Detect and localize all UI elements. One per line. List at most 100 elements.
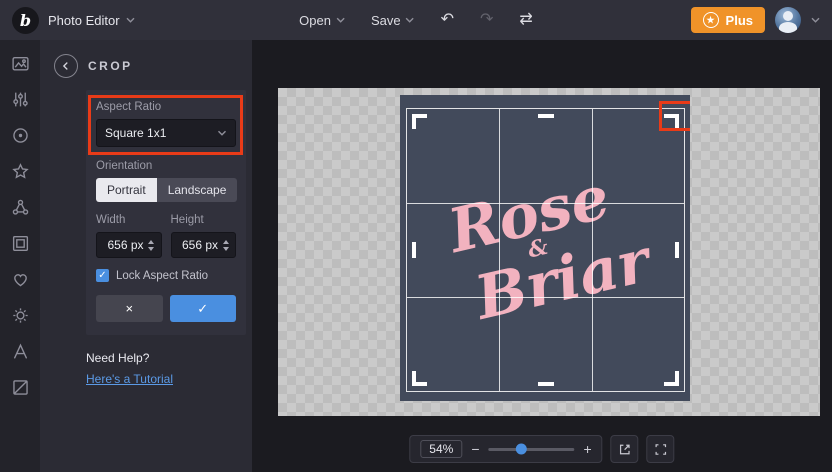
topbar: b Photo Editor Open Save ↶ ↷ ⇄	[0, 0, 832, 40]
height-input-box	[171, 232, 237, 258]
apply-crop-button[interactable]: ✓	[170, 295, 237, 322]
width-input[interactable]	[97, 238, 147, 252]
fullscreen-button[interactable]	[611, 435, 639, 463]
adjust-sliders-icon[interactable]	[11, 90, 30, 109]
crop-settings-card: Aspect Ratio Square 1x1 Orientation Port…	[86, 90, 246, 335]
crop-handle-bottom-right[interactable]	[664, 371, 679, 386]
aspect-ratio-label: Aspect Ratio	[96, 101, 236, 113]
star-icon: ★	[703, 12, 719, 28]
orientation-portrait-button[interactable]: Portrait	[96, 178, 157, 202]
crop-handle-bottom-left[interactable]	[412, 371, 427, 386]
plus-upgrade-button[interactable]: ★ Plus	[691, 7, 765, 33]
crop-gridline	[592, 109, 593, 391]
graphics-nodes-icon[interactable]	[11, 198, 30, 217]
chevron-down-icon	[217, 130, 227, 136]
fit-screen-icon	[653, 442, 668, 457]
plus-label: Plus	[726, 13, 753, 28]
dimensions-row: Width Height	[96, 214, 236, 258]
width-stepper[interactable]	[147, 240, 161, 251]
app-menu[interactable]: Photo Editor	[48, 13, 135, 28]
logo-letter: b	[20, 11, 31, 30]
zoom-level-input[interactable]: 54%	[420, 440, 462, 458]
effects-star-icon[interactable]	[11, 162, 30, 181]
crop-handle-bottom[interactable]	[538, 382, 554, 386]
crop-panel: CROP Aspect Ratio Square 1x1 Orientation	[40, 40, 252, 472]
redo-icon[interactable]: ↷	[480, 12, 493, 28]
tool-rail	[0, 40, 40, 472]
width-input-box	[96, 232, 162, 258]
zoom-in-button[interactable]: +	[584, 442, 592, 456]
app-menu-label: Photo Editor	[48, 13, 120, 28]
zoom-out-button[interactable]: −	[471, 442, 479, 456]
crop-actions: × ✓	[96, 295, 236, 322]
crop-handle-top[interactable]	[538, 114, 554, 118]
save-label: Save	[371, 13, 401, 28]
lock-aspect-ratio-row[interactable]: ✓ Lock Aspect Ratio	[96, 269, 236, 282]
open-in-full-icon	[617, 442, 632, 457]
stepper-down-icon[interactable]	[148, 247, 154, 251]
stepper-down-icon[interactable]	[223, 247, 229, 251]
lock-aspect-ratio-checkbox[interactable]: ✓	[96, 269, 109, 282]
text-tool-icon[interactable]	[11, 342, 30, 361]
avatar[interactable]	[775, 7, 801, 33]
topbar-center: Open Save ↶ ↷ ⇄	[299, 0, 533, 40]
panel-title: CROP	[88, 59, 133, 73]
crop-handle-right[interactable]	[675, 242, 679, 258]
undo-icon[interactable]: ↶	[441, 12, 454, 28]
edit-photo-icon[interactable]	[11, 54, 30, 73]
open-menu[interactable]: Open	[299, 13, 345, 28]
favorites-heart-icon[interactable]	[11, 270, 30, 289]
zoom-controls: 54% − +	[409, 435, 602, 463]
chevron-down-icon	[126, 17, 135, 23]
aspect-ratio-value: Square 1x1	[105, 126, 166, 140]
width-label: Width	[96, 214, 162, 226]
befunky-logo: b	[12, 7, 39, 34]
transparency-checkerboard: Rose & Briar	[278, 88, 820, 416]
height-label: Height	[171, 214, 237, 226]
check-icon: ✓	[98, 270, 106, 281]
aspect-ratio-dropdown[interactable]: Square 1x1	[96, 119, 236, 147]
crop-box[interactable]	[406, 108, 685, 392]
close-icon: ×	[125, 301, 133, 316]
chevron-down-icon	[406, 17, 415, 23]
crop-gridline	[407, 297, 684, 298]
panel-header: CROP	[40, 54, 252, 78]
orientation-label: Orientation	[96, 160, 236, 172]
topbar-right: ★ Plus	[691, 7, 820, 33]
cancel-crop-button[interactable]: ×	[96, 295, 163, 322]
stepper-up-icon[interactable]	[148, 240, 154, 244]
overlays-icon[interactable]	[11, 378, 30, 397]
orientation-segmented-control: Portrait Landscape	[96, 178, 237, 202]
width-field-group: Width	[96, 214, 162, 258]
canvas-area: Rose & Briar	[252, 40, 832, 472]
lock-aspect-ratio-label: Lock Aspect Ratio	[116, 270, 208, 282]
crop-handle-top-left[interactable]	[412, 114, 427, 129]
zoom-slider[interactable]	[489, 448, 575, 451]
tutorial-link[interactable]: Here's a Tutorial	[86, 372, 173, 386]
textures-gear-icon[interactable]	[11, 306, 30, 325]
help-section: Need Help? Here's a Tutorial	[86, 351, 246, 388]
checkmark-icon: ✓	[197, 301, 208, 317]
back-button[interactable]	[54, 54, 78, 78]
help-heading: Need Help?	[86, 351, 246, 365]
orientation-landscape-button[interactable]: Landscape	[157, 178, 238, 202]
touchup-icon[interactable]	[11, 126, 30, 145]
height-stepper[interactable]	[221, 240, 235, 251]
aspect-ratio-section: Aspect Ratio Square 1x1	[96, 101, 236, 147]
crop-handle-left[interactable]	[412, 242, 416, 258]
photo-layer: Rose & Briar	[400, 95, 690, 401]
crop-gridline	[499, 109, 500, 391]
stepper-up-icon[interactable]	[223, 240, 229, 244]
crop-handle-top-right[interactable]	[664, 114, 679, 129]
height-input[interactable]	[172, 238, 222, 252]
fit-to-screen-button[interactable]	[647, 435, 675, 463]
save-menu[interactable]: Save	[371, 13, 415, 28]
crop-gridline	[407, 203, 684, 204]
photo-editor-app: b Photo Editor Open Save ↶ ↷ ⇄	[0, 0, 832, 472]
chevron-down-icon[interactable]	[811, 17, 820, 23]
frames-icon[interactable]	[11, 234, 30, 253]
orientation-section: Orientation Portrait Landscape	[96, 160, 236, 202]
height-field-group: Height	[171, 214, 237, 258]
revert-icon[interactable]: ⇄	[519, 12, 532, 28]
zoom-slider-knob[interactable]	[516, 444, 527, 455]
